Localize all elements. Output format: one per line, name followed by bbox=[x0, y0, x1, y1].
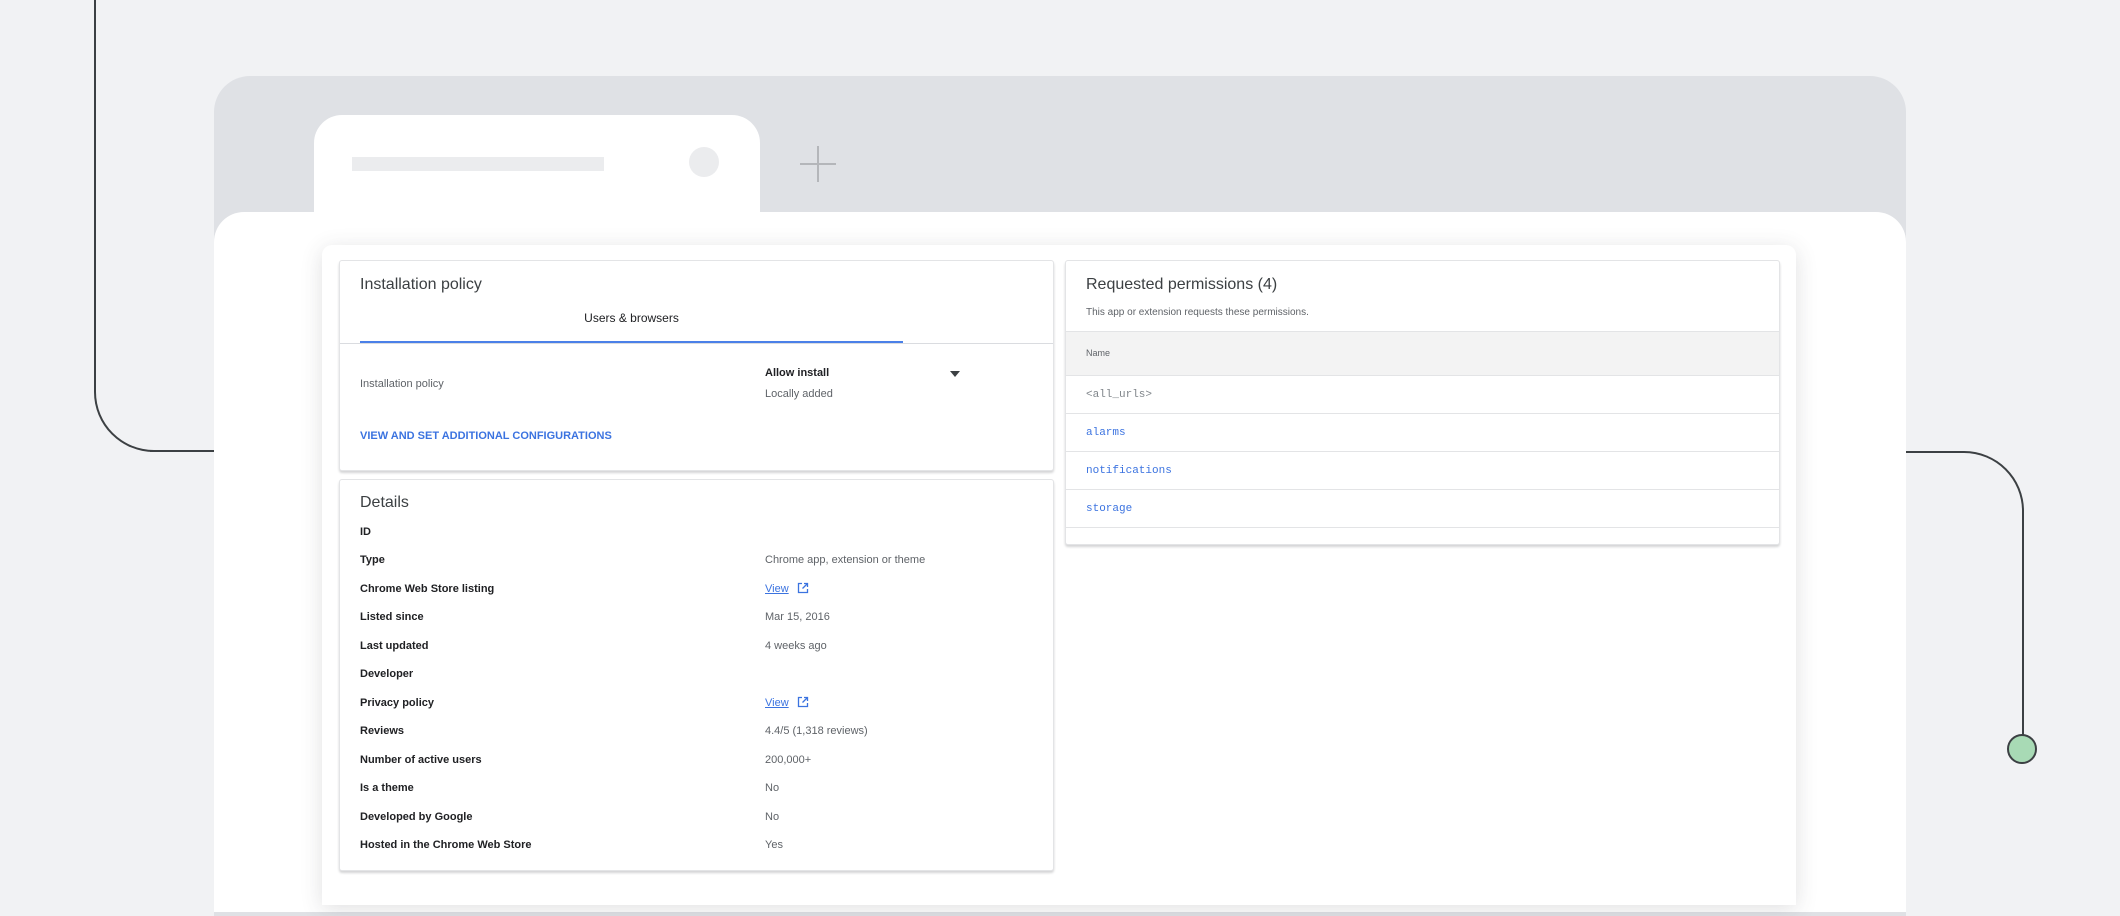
decorative-dot bbox=[2007, 734, 2037, 764]
detail-value: No bbox=[765, 782, 780, 794]
decorative-line bbox=[150, 450, 220, 452]
detail-value: 4.4/5 (1,318 reviews) bbox=[765, 725, 868, 737]
installation-policy-card: Installation policy Users & browsers Ins… bbox=[339, 260, 1054, 471]
permission-name: <all_urls> bbox=[1086, 389, 1153, 401]
requested-permissions-subtitle: This app or extension requests these per… bbox=[1086, 307, 1309, 318]
detail-row-active-users: Number of active users 200,000+ bbox=[360, 754, 1040, 772]
privacy-policy-link[interactable]: View bbox=[765, 697, 789, 709]
tab-users-browsers[interactable]: Users & browsers bbox=[360, 311, 903, 333]
detail-label: ID bbox=[360, 526, 371, 538]
permission-name: storage bbox=[1086, 503, 1133, 515]
permissions-table-header: Name bbox=[1066, 331, 1779, 376]
detail-label: Last updated bbox=[360, 640, 429, 652]
detail-row-type: Type Chrome app, extension or theme bbox=[360, 554, 1040, 572]
details-card: Details ID Type Chrome app, extension or… bbox=[339, 479, 1054, 871]
detail-label: Reviews bbox=[360, 725, 405, 737]
tab-active-indicator bbox=[360, 341, 903, 343]
open-in-new-icon[interactable] bbox=[797, 582, 809, 594]
detail-row-developer: Developer bbox=[360, 668, 1040, 686]
tab-title-placeholder bbox=[352, 157, 604, 171]
decorative-line-curve bbox=[94, 390, 154, 452]
installation-policy-source: Locally added bbox=[765, 388, 833, 400]
detail-label: Type bbox=[360, 554, 385, 566]
installation-policy-title: Installation policy bbox=[360, 276, 482, 293]
detail-value: 200,000+ bbox=[765, 754, 812, 766]
detail-label: Chrome Web Store listing bbox=[360, 583, 495, 595]
permission-row: notifications bbox=[1066, 452, 1779, 490]
detail-row-id: ID bbox=[360, 526, 1040, 544]
detail-value: No bbox=[765, 811, 780, 823]
detail-value: Mar 15, 2016 bbox=[765, 611, 830, 623]
decorative-line bbox=[2022, 510, 2024, 735]
additional-configurations-link[interactable]: VIEW AND SET ADDITIONAL CONFIGURATIONS bbox=[360, 430, 612, 442]
detail-row-reviews: Reviews 4.4/5 (1,318 reviews) bbox=[360, 725, 1040, 743]
tab-favicon-placeholder bbox=[689, 147, 719, 177]
detail-value: Chrome app, extension or theme bbox=[765, 554, 926, 566]
permission-name: notifications bbox=[1086, 465, 1172, 477]
installation-policy-select[interactable]: Allow install bbox=[765, 367, 829, 379]
detail-row-privacy-policy: Privacy policy View bbox=[360, 696, 1040, 715]
caret-down-icon[interactable] bbox=[950, 371, 960, 377]
decorative-line bbox=[1900, 451, 1960, 453]
column-header-name[interactable]: Name bbox=[1086, 348, 1110, 358]
permission-row: <all_urls> bbox=[1066, 376, 1779, 414]
detail-row-web-store-listing: Chrome Web Store listing View bbox=[360, 582, 1040, 601]
detail-row-is-theme: Is a theme No bbox=[360, 782, 1040, 800]
detail-label: Hosted in the Chrome Web Store bbox=[360, 839, 532, 851]
permission-name: alarms bbox=[1086, 427, 1126, 439]
detail-value: 4 weeks ago bbox=[765, 640, 827, 652]
permission-row: storage bbox=[1066, 490, 1779, 528]
detail-label: Listed since bbox=[360, 611, 424, 623]
plus-icon[interactable] bbox=[800, 146, 836, 182]
detail-label: Developed by Google bbox=[360, 811, 473, 823]
detail-row-listed-since: Listed since Mar 15, 2016 bbox=[360, 611, 1040, 629]
detail-label: Number of active users bbox=[360, 754, 482, 766]
detail-label: Is a theme bbox=[360, 782, 414, 794]
decorative-line-curve bbox=[1958, 451, 2024, 513]
open-in-new-icon[interactable] bbox=[797, 696, 809, 708]
browser-tab[interactable] bbox=[314, 115, 760, 225]
permission-row: alarms bbox=[1066, 414, 1779, 452]
detail-row-developed-by-google: Developed by Google No bbox=[360, 811, 1040, 829]
divider bbox=[340, 343, 1053, 344]
detail-value: Yes bbox=[765, 839, 783, 851]
details-title: Details bbox=[360, 494, 409, 511]
web-store-listing-link[interactable]: View bbox=[765, 583, 789, 595]
detail-label: Developer bbox=[360, 668, 414, 680]
detail-row-last-updated: Last updated 4 weeks ago bbox=[360, 640, 1040, 658]
decorative-line bbox=[94, 0, 96, 390]
installation-policy-label: Installation policy bbox=[360, 378, 444, 390]
detail-label: Privacy policy bbox=[360, 697, 434, 709]
requested-permissions-title: Requested permissions (4) bbox=[1086, 276, 1278, 293]
detail-row-hosted-in-store: Hosted in the Chrome Web Store Yes bbox=[360, 839, 1040, 857]
requested-permissions-card: Requested permissions (4) This app or ex… bbox=[1065, 260, 1780, 545]
